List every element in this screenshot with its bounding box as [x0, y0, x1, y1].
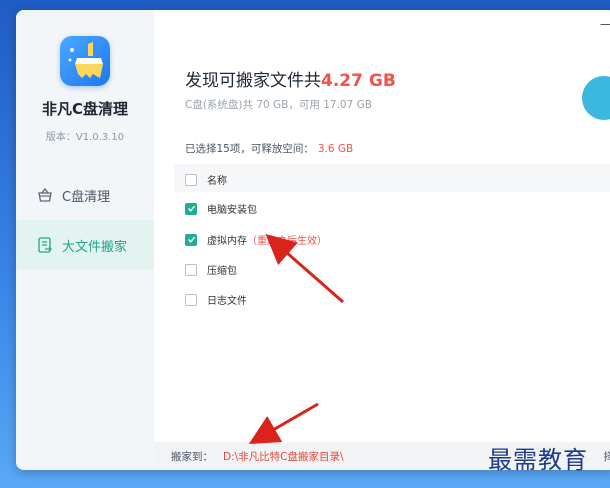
check-icon	[187, 205, 195, 212]
sidebar-item-c-clean[interactable]: C盘清理	[16, 170, 154, 220]
page-title: 发现可搬家文件共4.27 GB	[185, 66, 396, 91]
check-icon	[187, 236, 195, 243]
sidebar-item-large-file-move[interactable]: 大文件搬家	[16, 220, 154, 270]
selection-size: 3.6 GB	[317, 143, 354, 155]
checkbox[interactable]	[185, 293, 197, 306]
column-header-name: 名称	[207, 176, 227, 187]
list-item[interactable]: 日志文件	[185, 292, 247, 307]
destination-label: 搬家到：	[171, 450, 213, 463]
main-panel: 发现可搬家文件共4.27 GB C盘(系统盘)共 70 GB，可用 17.07 …	[154, 10, 610, 470]
app-logo-icon	[60, 36, 110, 86]
destination-path[interactable]: D:\非凡比特C盘搬家目录\	[223, 449, 344, 464]
selection-prefix: 已选择15项，可释放空间：	[185, 143, 314, 155]
file-move-icon	[36, 236, 54, 254]
select-all-checkbox[interactable]	[185, 173, 197, 186]
app-window: 一 非凡C盘清理 版本：V1.0.3.10 C盘清理 大文件搬家 发现可搬家文件…	[16, 10, 610, 470]
list-header	[174, 164, 610, 192]
checkbox[interactable]	[185, 263, 197, 276]
start-move-button[interactable]	[582, 76, 610, 120]
choose-folder-button[interactable]: 择	[604, 449, 610, 464]
item-note: （重启之后生效）	[247, 236, 327, 247]
sidebar: 非凡C盘清理 版本：V1.0.3.10 C盘清理 大文件搬家	[16, 10, 154, 470]
headline-prefix: 发现可搬家文件共	[185, 71, 321, 91]
checkbox[interactable]	[185, 233, 197, 246]
item-label: 电脑安装包	[207, 205, 257, 216]
app-name: 非凡C盘清理	[41, 100, 128, 118]
basket-icon	[36, 186, 54, 204]
selection-summary: 已选择15项，可释放空间： 3.6 GB	[185, 141, 353, 156]
select-all-row[interactable]: 名称	[185, 172, 227, 187]
sidebar-item-label: C盘清理	[62, 189, 111, 205]
item-label: 压缩包	[207, 266, 237, 277]
watermark: 最需教育	[488, 446, 588, 474]
list-item[interactable]: 压缩包	[185, 262, 237, 277]
sidebar-item-label: 大文件搬家	[62, 239, 128, 255]
drive-info: C盘(系统盘)共 70 GB，可用 17.07 GB	[185, 99, 372, 111]
list-item[interactable]: 虚拟内存 （重启之后生效）	[185, 232, 327, 247]
app-version: 版本：V1.0.3.10	[45, 132, 125, 143]
item-label: 虚拟内存	[207, 236, 247, 247]
checkbox[interactable]	[185, 202, 197, 215]
movable-size: 4.27 GB	[321, 71, 396, 91]
list-item[interactable]: 电脑安装包	[185, 201, 257, 216]
item-label: 日志文件	[207, 296, 247, 307]
